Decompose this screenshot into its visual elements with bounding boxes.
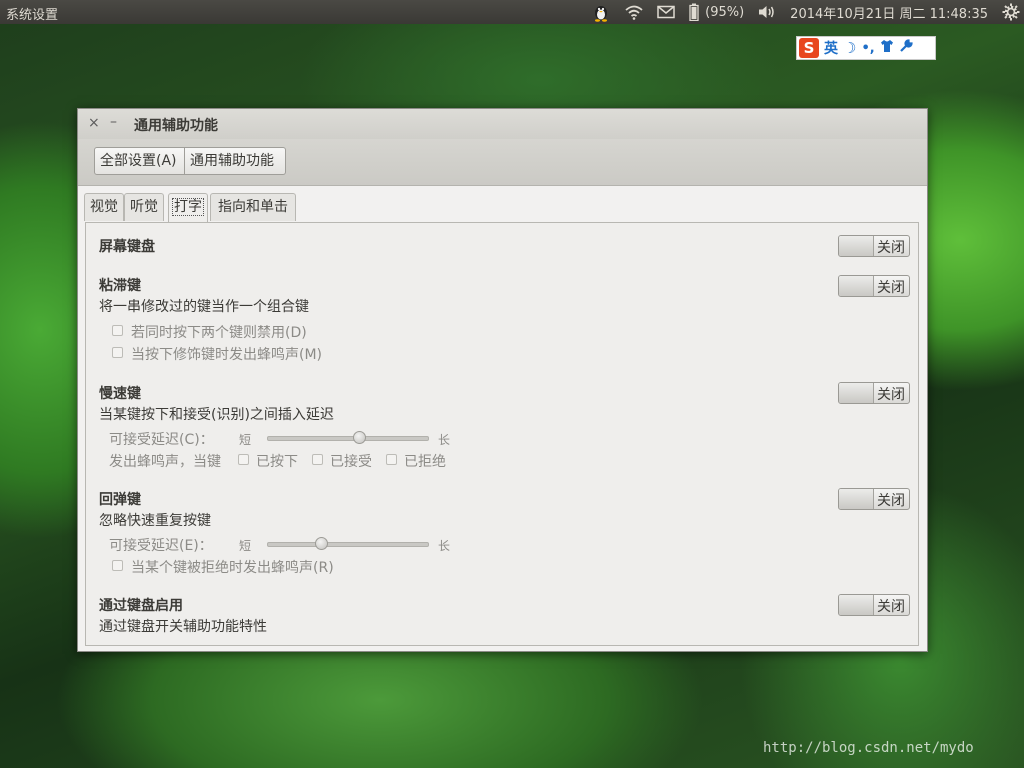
all-settings-button[interactable]: 全部设置(A) xyxy=(94,147,185,175)
toggle-label: 关闭 xyxy=(877,387,905,403)
watermark: http://blog.csdn.net/mydo xyxy=(763,740,974,756)
ime-language-mode[interactable]: 英 xyxy=(824,38,838,58)
slow-keys-long-label: 长 xyxy=(438,433,451,447)
beep-rejected-label: 已拒绝 xyxy=(404,454,446,470)
sticky-keys-title: 粘滞键 xyxy=(99,278,141,294)
slow-keys-delay-label: 可接受延迟(C)： xyxy=(109,432,214,448)
wifi-icon[interactable] xyxy=(625,4,643,20)
beep-rejected-checkbox[interactable] xyxy=(386,454,397,465)
minimize-button[interactable]: – xyxy=(110,114,117,130)
bounce-keys-slider-knob[interactable] xyxy=(314,537,328,550)
toggle-knob xyxy=(839,236,874,256)
beep-rejected-key-label: 当某个键被拒绝时发出蜂鸣声(R) xyxy=(131,560,334,576)
battery-percent: (95%) xyxy=(705,4,745,20)
sogou-ime-bar[interactable]: S 英 ☽ •, xyxy=(796,36,936,60)
toggle-knob xyxy=(839,276,874,296)
qq-penguin-icon[interactable] xyxy=(591,2,611,22)
window-title: 通用辅助功能 xyxy=(134,118,218,134)
slow-keys-slider-knob[interactable] xyxy=(353,431,367,444)
skin-shirt-icon[interactable] xyxy=(880,39,894,57)
toggle-knob xyxy=(839,595,874,615)
tab-vision[interactable]: 视觉 xyxy=(84,193,124,221)
beep-accepted-label: 已接受 xyxy=(330,454,372,470)
sticky-keys-toggle[interactable]: 关闭 xyxy=(838,275,910,297)
onscreen-keyboard-title: 屏幕键盘 xyxy=(99,239,155,255)
beep-rejected-key-checkbox[interactable] xyxy=(112,560,123,571)
beep-modifier-label: 当按下修饰键时发出蜂鸣声(M) xyxy=(131,347,323,363)
beep-pressed-checkbox[interactable] xyxy=(238,454,249,465)
bounce-keys-delay-slider[interactable] xyxy=(267,542,429,547)
beep-when-label: 发出蜂鸣声，当键 xyxy=(109,454,221,470)
toggle-label: 关闭 xyxy=(877,240,905,256)
sticky-keys-desc: 将一串修改过的键当作一个组合键 xyxy=(99,299,309,315)
enable-by-keyboard-desc: 通过键盘开关辅助功能特性 xyxy=(99,619,267,635)
slow-keys-delay-slider[interactable] xyxy=(267,436,429,441)
indicator-area: (95%) 2014年10月21日 周二 11:48:35 xyxy=(591,0,1020,24)
app-title: 系统设置 xyxy=(6,8,59,23)
enable-by-keyboard-title: 通过键盘启用 xyxy=(99,598,183,614)
toggle-knob xyxy=(839,489,874,509)
bounce-keys-desc: 忽略快速重复按键 xyxy=(99,513,211,529)
enable-by-keyboard-toggle[interactable]: 关闭 xyxy=(838,594,910,616)
toolbar: 全部设置(A) 通用辅助功能 xyxy=(78,139,927,186)
tab-hearing[interactable]: 听觉 xyxy=(124,193,164,221)
close-button[interactable]: × xyxy=(88,115,100,131)
onscreen-keyboard-toggle[interactable]: 关闭 xyxy=(838,235,910,257)
bounce-keys-delay-label: 可接受延迟(E)： xyxy=(109,538,213,554)
toggle-label: 关闭 xyxy=(877,493,905,509)
moon-icon[interactable]: ☽ xyxy=(843,39,856,57)
volume-icon[interactable] xyxy=(758,4,776,20)
bounce-keys-long-label: 长 xyxy=(438,539,451,553)
sogou-logo-icon[interactable]: S xyxy=(799,38,819,58)
tab-pointing[interactable]: 指向和单击 xyxy=(210,193,296,221)
bounce-keys-title: 回弹键 xyxy=(99,492,141,508)
battery-indicator[interactable]: (95%) xyxy=(689,3,744,21)
top-panel: 系统设置 (95%) 2014年10月21日 周二 11:48:35 xyxy=(0,0,1024,24)
mail-icon[interactable] xyxy=(657,5,675,19)
gear-icon[interactable] xyxy=(1002,3,1020,21)
bounce-keys-short-label: 短 xyxy=(239,539,252,553)
slow-keys-title: 慢速键 xyxy=(99,386,141,402)
toggle-knob xyxy=(839,383,874,403)
slow-keys-toggle[interactable]: 关闭 xyxy=(838,382,910,404)
tab-typing[interactable]: 打字 xyxy=(168,193,208,223)
typing-panel: 屏幕键盘 关闭 粘滞键 将一串修改过的键当作一个组合键 关闭 若同时按下两个键则… xyxy=(85,222,919,646)
slow-keys-short-label: 短 xyxy=(239,433,252,447)
disable-two-keys-label: 若同时按下两个键则禁用(D) xyxy=(131,325,307,341)
beep-modifier-checkbox[interactable] xyxy=(112,347,123,358)
toggle-label: 关闭 xyxy=(877,599,905,615)
title-bar[interactable]: × – 通用辅助功能 xyxy=(78,109,927,139)
punctuation-icon[interactable]: •, xyxy=(861,41,874,56)
beep-accepted-checkbox[interactable] xyxy=(312,454,323,465)
clock[interactable]: 2014年10月21日 周二 11:48:35 xyxy=(790,3,988,22)
beep-pressed-label: 已按下 xyxy=(256,454,298,470)
slow-keys-desc: 当某键按下和接受(识别)之间插入延迟 xyxy=(99,407,334,423)
breadcrumb-current[interactable]: 通用辅助功能 xyxy=(185,147,286,175)
toggle-label: 关闭 xyxy=(877,280,905,296)
battery-icon xyxy=(689,3,699,21)
bounce-keys-toggle[interactable]: 关闭 xyxy=(838,488,910,510)
wrench-tool-icon[interactable] xyxy=(899,39,913,57)
disable-two-keys-checkbox[interactable] xyxy=(112,325,123,336)
universal-access-dialog: × – 通用辅助功能 全部设置(A) 通用辅助功能 视觉 听觉 打字 指向和单击… xyxy=(77,108,928,652)
tab-typing-label: 打字 xyxy=(172,198,204,216)
